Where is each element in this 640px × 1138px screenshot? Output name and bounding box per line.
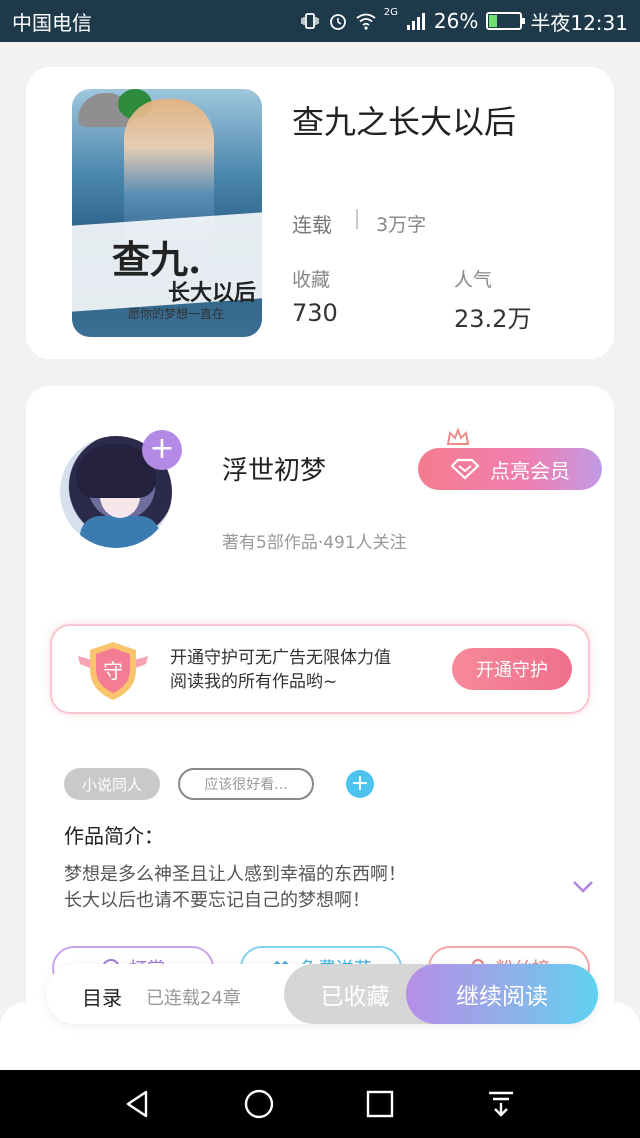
guard-banner[interactable]: 守 开通守护可无广告无限体力值 阅读我的所有作品哟~ 开通守护 bbox=[50, 624, 590, 714]
system-nav-bar bbox=[0, 1070, 640, 1138]
continue-reading-button[interactable]: 继续阅读 bbox=[406, 964, 598, 1024]
diamond-icon bbox=[450, 458, 480, 480]
wifi-icon bbox=[356, 13, 376, 30]
home-icon[interactable] bbox=[243, 1088, 275, 1120]
chevron-down-icon[interactable] bbox=[572, 880, 594, 894]
vip-button-label: 点亮会员 bbox=[490, 458, 570, 483]
cover-subtitle: 长大以后 bbox=[168, 280, 257, 306]
chapter-count: 已连载24章 bbox=[146, 988, 241, 1009]
recents-icon[interactable] bbox=[364, 1088, 396, 1120]
intro-line2: 长大以后也请不要忘记自己的梦想啊！ bbox=[64, 890, 370, 911]
tag-input[interactable]: 应该很好看... bbox=[178, 768, 314, 800]
battery-icon bbox=[486, 12, 526, 30]
follow-plus-icon[interactable]: + bbox=[142, 430, 182, 470]
back-icon[interactable] bbox=[122, 1088, 154, 1120]
vip-button[interactable]: 点亮会员 bbox=[418, 448, 602, 490]
add-tag-button[interactable]: + bbox=[346, 770, 374, 798]
popularity-label: 人气 bbox=[454, 269, 493, 291]
clock: 半夜12:31 bbox=[530, 10, 628, 35]
intro-line1: 梦想是多么神圣且让人感到幸福的东西啊！ bbox=[64, 864, 406, 885]
author-name: 浮世初梦 bbox=[222, 456, 327, 486]
book-info-card: 查九. 长大以后 愿你的梦想一直在 查九之长大以后 连载 3万字 收藏 730 … bbox=[26, 67, 614, 359]
guard-text-line2: 阅读我的所有作品哟~ bbox=[170, 672, 338, 692]
popularity-value: 23.2万 bbox=[454, 305, 532, 333]
favorites-value: 730 bbox=[292, 299, 338, 327]
author-meta: 著有5部作品·491人关注 bbox=[222, 533, 407, 553]
carrier-label: 中国电信 bbox=[12, 10, 92, 35]
cover-slogan: 愿你的梦想一直在 bbox=[128, 307, 225, 321]
battery-percent: 26% bbox=[433, 9, 479, 33]
guard-badge-text: 守 bbox=[103, 659, 123, 683]
network-type: 2G bbox=[383, 6, 398, 18]
intro-title: 作品简介： bbox=[64, 824, 164, 848]
signal-icon bbox=[406, 13, 425, 30]
avatar-body bbox=[80, 516, 160, 548]
book-title: 查九之长大以后 bbox=[292, 103, 517, 141]
divider bbox=[356, 209, 358, 229]
crown-icon bbox=[446, 428, 470, 445]
toc-button[interactable]: 目录 bbox=[82, 982, 122, 1011]
favorites-label: 收藏 bbox=[292, 269, 331, 291]
guard-shield-icon: 守 bbox=[78, 642, 148, 700]
intro-text: 梦想是多么神圣且让人感到幸福的东西啊！ 长大以后也请不要忘记自己的梦想啊！ bbox=[64, 862, 534, 914]
tag-chip[interactable]: 小说同人 bbox=[64, 768, 160, 800]
word-count: 3万字 bbox=[376, 214, 427, 236]
read-bar: 目录 已连载24章 已收藏 继续阅读 bbox=[46, 964, 598, 1024]
vibrate-icon bbox=[301, 13, 319, 29]
alarm-icon bbox=[329, 14, 346, 30]
notification-pull-icon[interactable] bbox=[485, 1088, 517, 1120]
book-status: 连载 bbox=[292, 213, 332, 237]
book-cover[interactable]: 查九. 长大以后 愿你的梦想一直在 bbox=[72, 89, 262, 337]
guard-text-line1: 开通守护可无广告无限体力值 bbox=[170, 648, 391, 668]
status-bar: 中国电信 2G 26% 半夜12:31 bbox=[0, 0, 640, 42]
open-guard-button[interactable]: 开通守护 bbox=[452, 648, 572, 690]
guard-text: 开通守护可无广告无限体力值 阅读我的所有作品哟~ bbox=[170, 646, 391, 694]
